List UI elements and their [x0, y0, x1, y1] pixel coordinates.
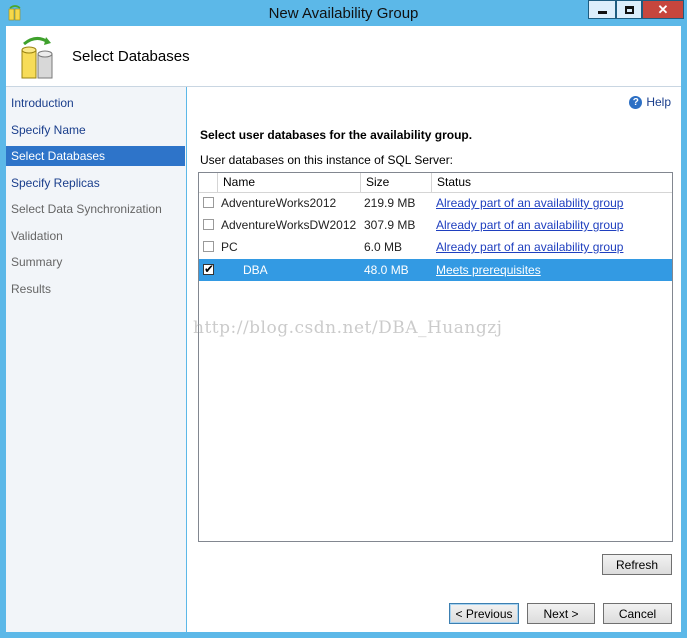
nav-item-introduction[interactable]: Introduction	[6, 93, 185, 113]
wizard-window: New Availability Group ✕ Select Database…	[0, 0, 687, 638]
maximize-button[interactable]	[616, 0, 642, 19]
table-row-selected[interactable]: ✔ DBA 48.0 MB Meets prerequisites	[199, 259, 672, 281]
status-link[interactable]: Already part of an availability group	[436, 236, 623, 258]
nav-item-summary: Summary	[11, 255, 63, 269]
main-panel: ? Help Select user databases for the ava…	[187, 87, 681, 632]
status-link[interactable]: Already part of an availability group	[436, 214, 623, 236]
database-name: PC	[221, 240, 238, 254]
status-link[interactable]: Already part of an availability group	[436, 192, 623, 214]
window-title: New Availability Group	[268, 5, 419, 22]
grid-label: User databases on this instance of SQL S…	[200, 153, 454, 167]
database-size: 307.9 MB	[364, 218, 416, 232]
minimize-button[interactable]	[588, 0, 616, 19]
database-name: DBA	[243, 263, 268, 277]
nav-item-select-data-synchronization: Select Data Synchronization	[11, 202, 162, 216]
maximize-icon	[624, 5, 634, 14]
wizard-nav: Introduction Specify Name Select Databas…	[6, 87, 186, 632]
title-bar[interactable]: New Availability Group ✕	[0, 0, 687, 26]
table-row[interactable]: PC 6.0 MB Already part of an availabilit…	[199, 236, 672, 258]
database-size: 48.0 MB	[364, 263, 409, 277]
nav-item-specify-name[interactable]: Specify Name	[6, 120, 185, 140]
database-name: AdventureWorks2012	[221, 196, 337, 210]
row-checkbox-checked[interactable]: ✔	[203, 262, 215, 276]
nav-item-specify-replicas[interactable]: Specify Replicas	[6, 173, 185, 193]
help-label: Help	[646, 95, 671, 109]
database-size: 219.9 MB	[364, 196, 416, 210]
close-icon: ✕	[657, 1, 669, 17]
table-row[interactable]: AdventureWorks2012 219.9 MB Already part…	[199, 192, 672, 214]
page-title: Select Databases	[72, 48, 190, 65]
checkbox-column-header[interactable]	[199, 173, 217, 192]
minimize-icon	[597, 11, 607, 14]
nav-item-validation: Validation	[11, 229, 63, 243]
nav-item-results: Results	[11, 282, 52, 296]
refresh-button[interactable]: Refresh	[602, 554, 672, 575]
column-header-name[interactable]: Name	[217, 173, 360, 192]
cancel-button[interactable]: Cancel	[603, 603, 672, 624]
help-icon: ?	[629, 95, 643, 109]
close-button[interactable]: ✕	[642, 0, 684, 19]
table-row[interactable]: AdventureWorksDW2012 307.9 MB Already pa…	[199, 214, 672, 236]
page-header: Select Databases	[6, 26, 681, 87]
nav-item-select-databases[interactable]: Select Databases	[6, 146, 185, 166]
next-button[interactable]: Next >	[527, 603, 595, 624]
grid-header: Name Size Status	[199, 173, 672, 193]
databases-grid[interactable]: Name Size Status AdventureWorks2012 219.…	[198, 172, 673, 542]
database-name: AdventureWorksDW2012	[221, 218, 357, 232]
row-checkbox[interactable]	[203, 219, 214, 230]
column-header-size[interactable]: Size	[360, 173, 431, 192]
database-wizard-icon	[16, 34, 58, 80]
help-link[interactable]: ? Help	[629, 95, 671, 109]
checkmark-icon: ✔	[204, 262, 215, 276]
previous-button[interactable]: < Previous	[449, 603, 519, 624]
row-checkbox[interactable]	[203, 197, 214, 208]
status-link[interactable]: Meets prerequisites	[436, 259, 541, 281]
row-checkbox[interactable]	[203, 241, 214, 252]
section-heading: Select user databases for the availabili…	[200, 128, 473, 142]
database-size: 6.0 MB	[364, 240, 403, 254]
column-header-status[interactable]: Status	[431, 173, 672, 192]
